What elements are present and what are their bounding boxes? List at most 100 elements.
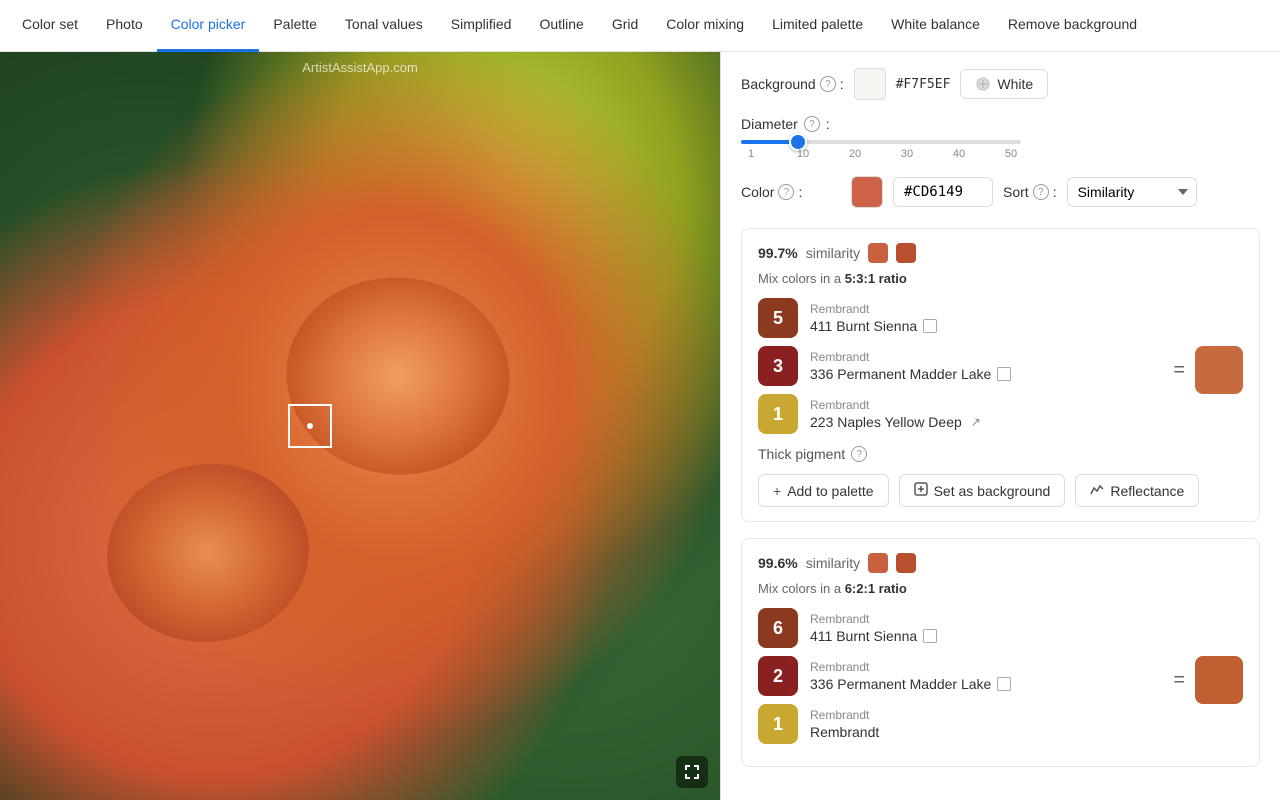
action-buttons-1: + Add to palette Set as background	[758, 474, 1243, 507]
paint-row-2-1: 6 Rembrandt 411 Burnt Sienna	[758, 608, 1163, 648]
similarity-pct-2: 99.6%	[758, 555, 798, 571]
background-label: Background ? :	[741, 76, 844, 92]
tick-1: 1	[741, 148, 761, 160]
diameter-section: Diameter ? : 1 10 20 30 40 50	[741, 116, 1260, 160]
paint-checkbox-2-2[interactable]	[997, 677, 1011, 691]
diameter-help-icon[interactable]: ?	[804, 116, 820, 132]
nav-item-white-balance[interactable]: White balance	[877, 0, 994, 52]
mini-swatch-2b	[896, 553, 916, 573]
ratio-bold-2: 6:2:1 ratio	[845, 581, 907, 596]
paint-info-2-2: Rembrandt 336 Permanent Madder Lake	[810, 660, 1163, 692]
ratio-bold-1: 5:3:1 ratio	[845, 271, 907, 286]
paint-brand-1-3: Rembrandt	[810, 398, 1163, 412]
background-set-icon	[914, 482, 928, 499]
result-card-2: 99.6% similarity Mix colors in a 6:2:1 r…	[741, 538, 1260, 767]
nav-item-simplified[interactable]: Simplified	[437, 0, 526, 52]
paint-name-2-2: 336 Permanent Madder Lake	[810, 676, 1163, 692]
reflectance-button[interactable]: Reflectance	[1075, 474, 1199, 507]
paint-checkbox-1-1[interactable]	[923, 319, 937, 333]
paint-name-1-2: 336 Permanent Madder Lake	[810, 366, 1163, 382]
mixed-color-swatch-2	[1195, 656, 1243, 704]
tick-30: 30	[897, 148, 917, 160]
paint-row-2-2: 2 Rembrandt 336 Permanent Madder Lake	[758, 656, 1163, 696]
paint-number-1-3: 1	[758, 394, 798, 434]
nav-item-grid[interactable]: Grid	[598, 0, 652, 52]
paint-info-2-3: Rembrandt Rembrandt	[810, 708, 1163, 740]
paint-number-1-2: 3	[758, 346, 798, 386]
similarity-row-1: 99.7% similarity	[758, 243, 1243, 263]
paint-name-1-3: 223 Naples Yellow Deep ↗	[810, 414, 1163, 430]
color-hex-input[interactable]	[893, 177, 993, 207]
paint-row-1-2: 3 Rembrandt 336 Permanent Madder Lake	[758, 346, 1163, 386]
paint-info-1-3: Rembrandt 223 Naples Yellow Deep ↗	[810, 398, 1163, 430]
white-button[interactable]: White	[960, 69, 1048, 99]
paint-row-1-3: 1 Rembrandt 223 Naples Yellow Deep ↗	[758, 394, 1163, 434]
color-label: Color ? :	[741, 184, 841, 200]
background-help-icon[interactable]: ?	[820, 76, 836, 92]
image-panel[interactable]: ArtistAssistApp.com	[0, 52, 720, 800]
expand-button[interactable]	[676, 756, 708, 788]
nav-item-color-set[interactable]: Color set	[8, 0, 92, 52]
mini-swatch-1a	[868, 243, 888, 263]
nav-item-tonal-values[interactable]: Tonal values	[331, 0, 437, 52]
tick-50: 50	[1001, 148, 1021, 160]
paint-number-2-3: 1	[758, 704, 798, 744]
paint-brand-1-2: Rembrandt	[810, 350, 1163, 364]
nav-item-limited-palette[interactable]: Limited palette	[758, 0, 877, 52]
white-button-icon	[975, 76, 991, 92]
expand-icon	[684, 764, 700, 780]
background-hex: #F7F5EF	[896, 77, 951, 92]
navbar: Color setPhotoColor pickerPaletteTonal v…	[0, 0, 1280, 52]
external-link-icon-1[interactable]: ↗	[968, 414, 984, 430]
tick-40: 40	[949, 148, 969, 160]
similarity-label-1: similarity	[806, 245, 860, 261]
selector-box[interactable]	[288, 404, 332, 448]
tick-20: 20	[845, 148, 865, 160]
paint-number-2-2: 2	[758, 656, 798, 696]
paint-brand-2-2: Rembrandt	[810, 660, 1163, 674]
nav-item-color-picker[interactable]: Color picker	[157, 0, 260, 52]
paint-name-1-1: 411 Burnt Sienna	[810, 318, 1163, 334]
thick-pigment-help-icon[interactable]: ?	[851, 446, 867, 462]
add-to-palette-button[interactable]: + Add to palette	[758, 474, 889, 507]
thick-pigment-label-1: Thick pigment	[758, 446, 845, 462]
paint-checkbox-2-1[interactable]	[923, 629, 937, 643]
sort-help-icon[interactable]: ?	[1033, 184, 1049, 200]
color-help-icon[interactable]: ?	[778, 184, 794, 200]
paint-checkbox-1-2[interactable]	[997, 367, 1011, 381]
selector-dot	[307, 423, 313, 429]
nav-item-photo[interactable]: Photo	[92, 0, 157, 52]
color-swatch[interactable]	[851, 176, 883, 208]
diameter-header: Diameter ? :	[741, 116, 1260, 132]
background-swatch[interactable]	[854, 68, 886, 100]
similarity-row-2: 99.6% similarity	[758, 553, 1243, 573]
watermark: ArtistAssistApp.com	[302, 60, 418, 75]
ratio-row-2: Mix colors in a 6:2:1 ratio	[758, 581, 1243, 596]
background-row: Background ? : #F7F5EF White	[741, 68, 1260, 100]
equals-sign-1: =	[1173, 359, 1185, 382]
paint-row-2-3: 1 Rembrandt Rembrandt	[758, 704, 1163, 744]
diameter-slider[interactable]	[741, 140, 1021, 144]
flower-image[interactable]: ArtistAssistApp.com	[0, 52, 720, 800]
nav-item-palette[interactable]: Palette	[259, 0, 331, 52]
paint-number-1-1: 5	[758, 298, 798, 338]
add-icon: +	[773, 483, 781, 499]
thick-pigment-row-1: Thick pigment ?	[758, 446, 1243, 462]
right-panel: Background ? : #F7F5EF White Diameter ? …	[720, 52, 1280, 800]
main-content: ArtistAssistApp.com Background ? : #F7F5…	[0, 52, 1280, 800]
nav-item-color-mixing[interactable]: Color mixing	[652, 0, 758, 52]
paint-name-2-3: Rembrandt	[810, 724, 1163, 740]
nav-item-outline[interactable]: Outline	[525, 0, 597, 52]
mixed-color-swatch-1	[1195, 346, 1243, 394]
color-section: Color ? : Sort ? : Similarity Hue Lightn…	[741, 176, 1260, 208]
tick-10: 10	[793, 148, 813, 160]
nav-item-remove-background[interactable]: Remove background	[994, 0, 1151, 52]
equals-sign-2: =	[1173, 669, 1185, 692]
sort-select[interactable]: Similarity Hue Lightness Saturation	[1067, 177, 1197, 207]
set-as-background-button[interactable]: Set as background	[899, 474, 1066, 507]
mini-swatch-1b	[896, 243, 916, 263]
similarity-label-2: similarity	[806, 555, 860, 571]
paint-brand-2-3: Rembrandt	[810, 708, 1163, 722]
paint-brand-2-1: Rembrandt	[810, 612, 1163, 626]
paint-info-1-1: Rembrandt 411 Burnt Sienna	[810, 302, 1163, 334]
